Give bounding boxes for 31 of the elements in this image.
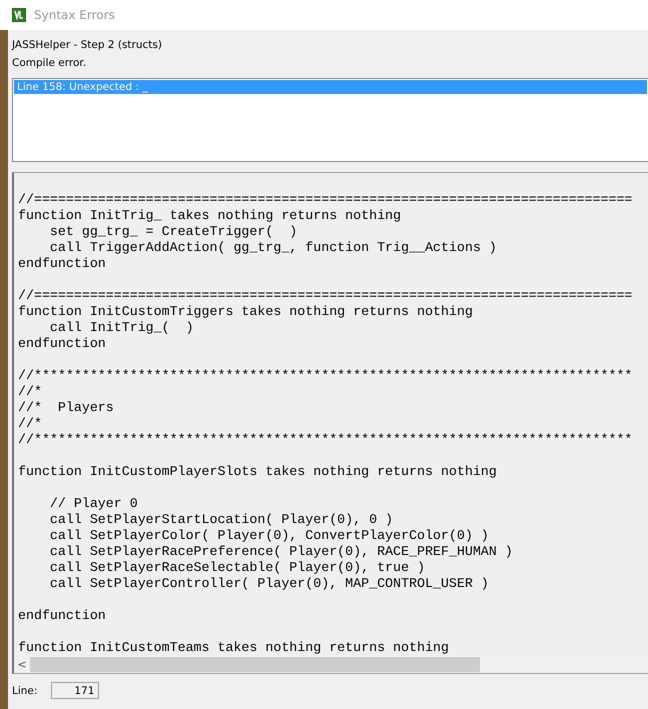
window-title: Syntax Errors bbox=[34, 8, 115, 22]
scroll-left-button[interactable]: < bbox=[14, 658, 30, 671]
code-line: //* bbox=[18, 416, 43, 432]
code-line: //=========================================================================== bbox=[18, 192, 634, 208]
error-message: Compile error. bbox=[12, 56, 88, 71]
code-line: endfunction bbox=[18, 256, 107, 272]
code-line: call SetPlayerColor( Player(0), ConvertPlayerColor(0) ) bbox=[48, 528, 490, 544]
code-line: set gg_trg_ = CreateTrigger( ) bbox=[48, 224, 298, 240]
code-line: endfunction bbox=[18, 608, 107, 624]
code-line: call SetPlayerRaceSelectable( Player(0), true ) bbox=[48, 560, 426, 576]
scroll-thumb[interactable] bbox=[30, 657, 480, 672]
code-line: //*************************************************************************** bbox=[18, 432, 634, 448]
code-line: function InitTrig_ takes nothing returns nothing bbox=[18, 208, 402, 224]
code-line: call InitTrig_( ) bbox=[48, 320, 195, 336]
code-line: call SetPlayerStartLocation( Player(0), 0 ) bbox=[48, 512, 394, 528]
line-label: Line: bbox=[12, 684, 38, 696]
code-line: //* bbox=[18, 384, 43, 400]
code-line: function InitCustomTriggers takes nothing returns nothing bbox=[18, 304, 474, 320]
code-line: //* Players bbox=[18, 400, 115, 416]
code-line: function InitCustomPlayerSlots takes nothing returns nothing bbox=[18, 464, 498, 480]
code-line: //*************************************************************************** bbox=[18, 368, 634, 384]
line-field: 171 bbox=[51, 682, 100, 699]
step-label: JASSHelper - Step 2 (structs) bbox=[12, 38, 163, 53]
code-line: endfunction bbox=[18, 336, 107, 352]
code-line: // Player 0 bbox=[48, 496, 139, 512]
code-line: call SetPlayerRacePreference( Player(0), RACE_PREF_HUMAN ) bbox=[48, 544, 514, 560]
code-line: call TriggerAddAction( gg_trg_, function Trig__Actions ) bbox=[48, 240, 498, 256]
code-line: function InitCustomTeams takes nothing returns nothing bbox=[18, 640, 450, 656]
code-line: //=========================================================================== bbox=[18, 288, 634, 304]
app-icon bbox=[12, 8, 26, 22]
code-line: call SetPlayerController( Player(0), MAP_CONTROL_USER ) bbox=[48, 576, 490, 592]
